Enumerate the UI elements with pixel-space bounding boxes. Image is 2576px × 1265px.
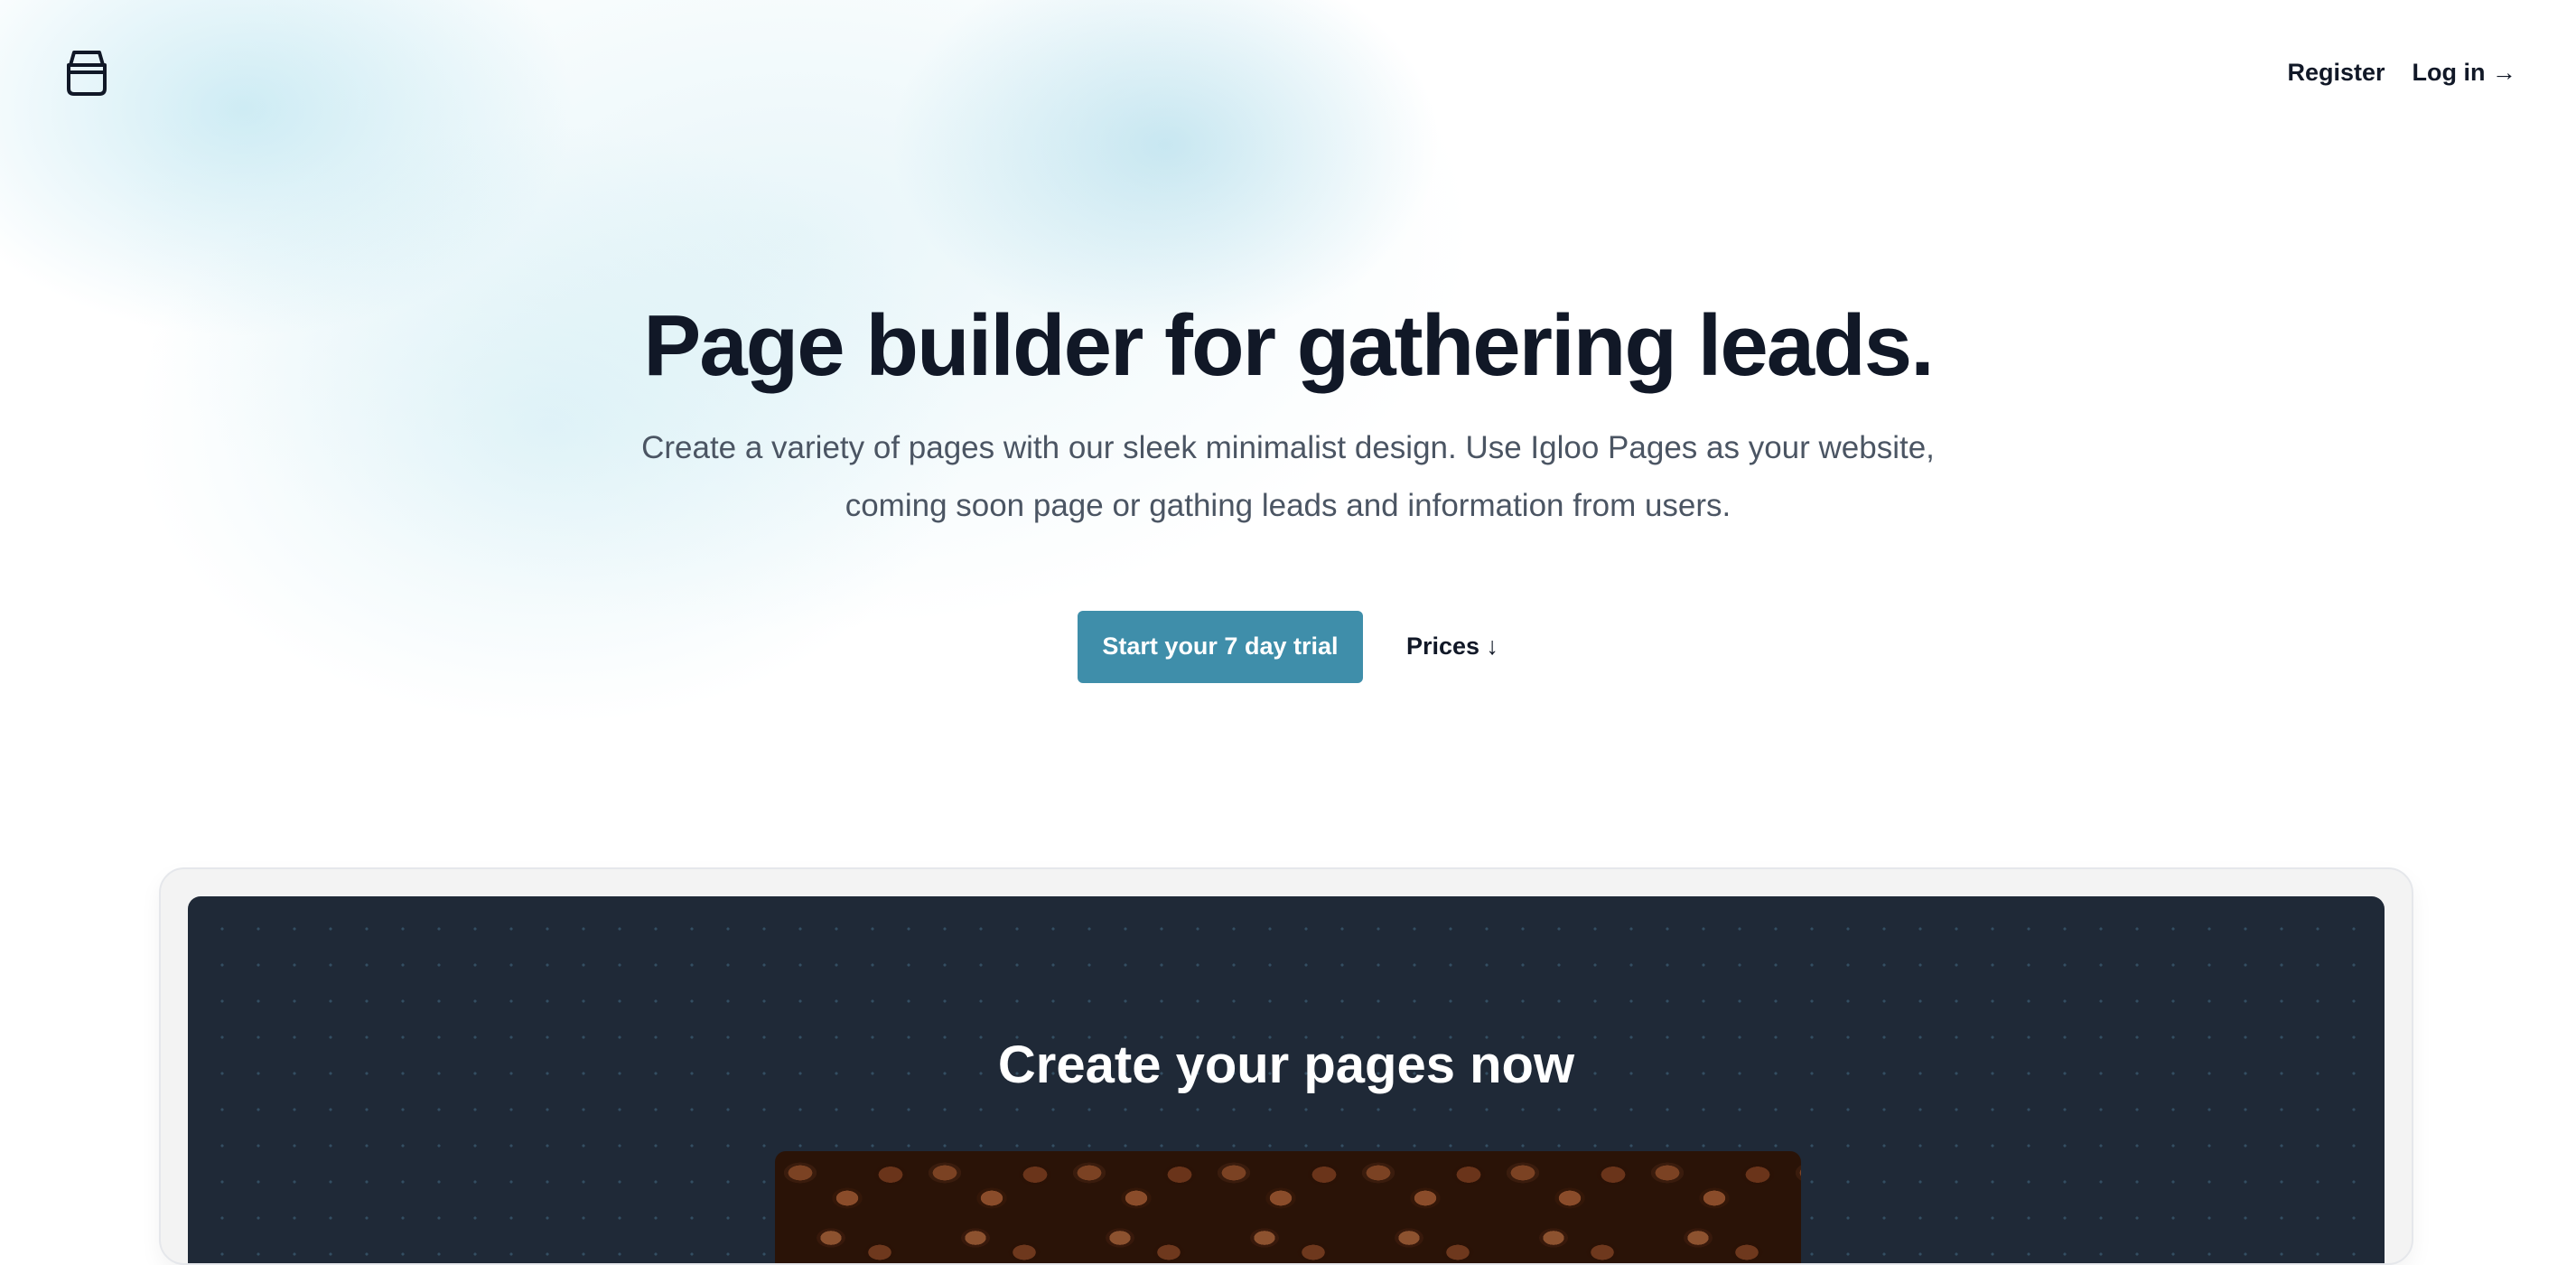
hero-actions: Start your 7 day trial Prices ↓	[0, 610, 2576, 683]
register-link[interactable]: Register	[2287, 56, 2385, 89]
coffee-beans-image	[775, 1151, 1801, 1263]
header-navigation: Register Log in →	[2287, 56, 2516, 89]
hero-subtitle: Create a variety of pages with our sleek…	[641, 429, 1935, 523]
stacked-box-icon	[67, 51, 107, 96]
page-preview-frame: Create your pages now	[159, 867, 2413, 1265]
login-link[interactable]: Log in →	[2413, 56, 2516, 89]
site-header: Register Log in →	[0, 0, 2576, 145]
preview-title: Create your pages now	[997, 1035, 1575, 1094]
start-trial-button[interactable]: Start your 7 day trial	[1077, 610, 1363, 683]
page-preview-screen: Create your pages now	[188, 896, 2385, 1263]
hero-title: Page builder for gathering leads.	[643, 297, 1935, 394]
site-logo[interactable]	[61, 45, 112, 98]
hero-section: Page builder for gathering leads. Create…	[0, 298, 2576, 683]
prices-link[interactable]: Prices ↓	[1406, 632, 1498, 661]
